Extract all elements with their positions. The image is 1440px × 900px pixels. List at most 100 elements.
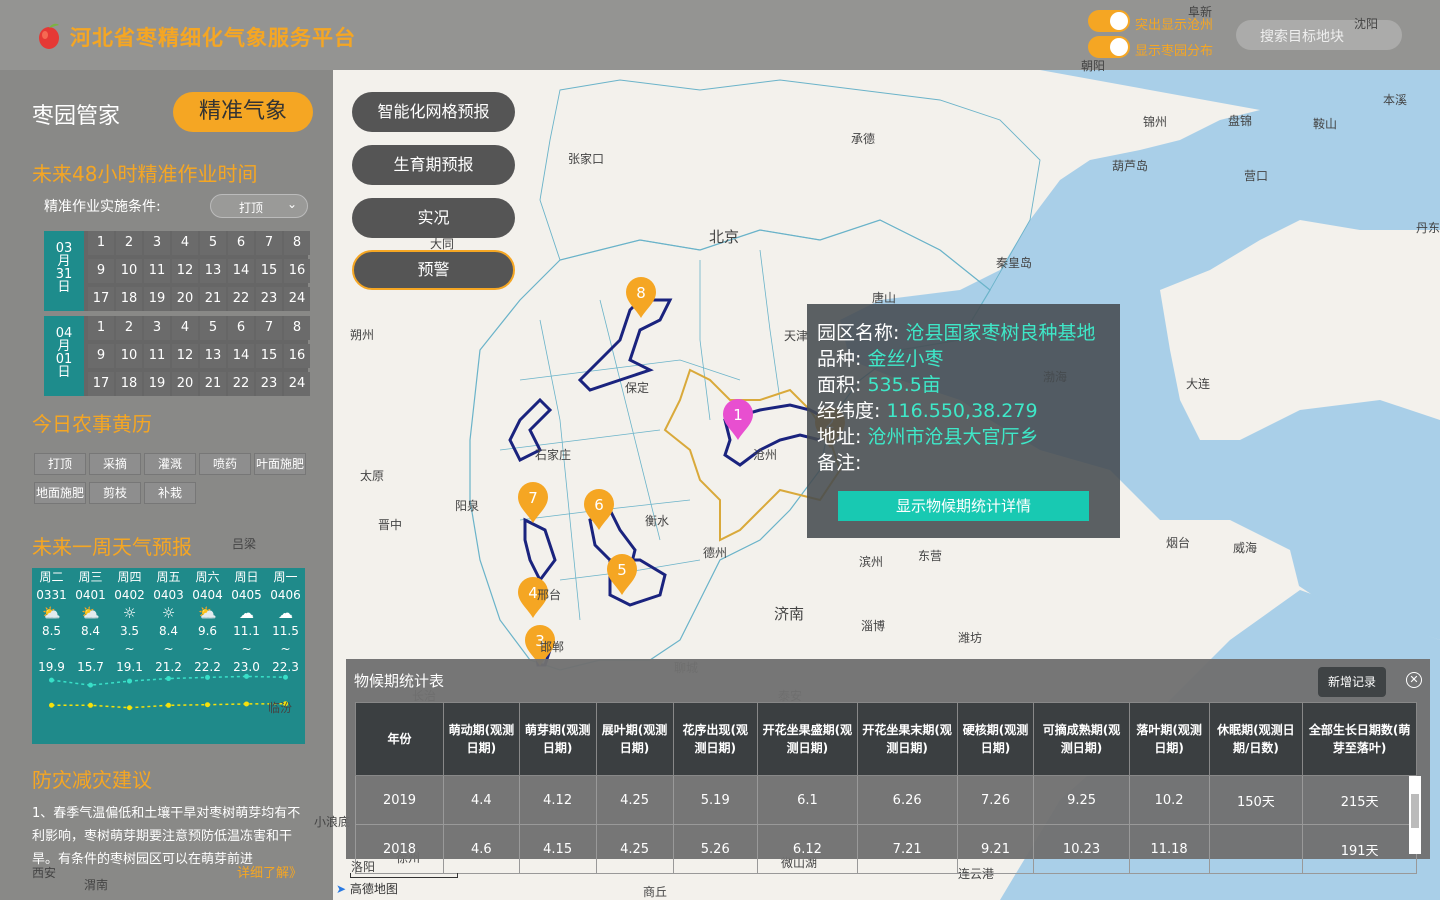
forecast-date: 0405 (231, 588, 262, 602)
table-scrollbar[interactable] (1409, 776, 1421, 854)
hour-cell: 5 (200, 231, 226, 255)
forecast-date: 0402 (114, 588, 145, 602)
toggle-highlight-cangzhou[interactable] (1088, 10, 1130, 32)
forecast-tilde: ~ (202, 642, 213, 656)
hour-cell: 24 (284, 287, 310, 311)
hour-cell: 13 (200, 344, 226, 368)
weekly-forecast: 周二 0331 ⛅ 8.5 ~19.9 周三 0401 ⛅ 8.4 ~15.7 周四 0402 ☼ 3.5… (32, 568, 305, 744)
popup-variety-value: 金丝小枣 (867, 348, 944, 370)
hour-cell: 4 (172, 231, 198, 255)
forecast-weekday: 周四 (117, 570, 142, 584)
search-input[interactable]: 搜索目标地块 (1236, 20, 1402, 50)
orchard-outline-west (508, 397, 553, 463)
table-cell: 4.6 (443, 824, 520, 874)
cloud-icon: ☁ (278, 604, 293, 622)
hour-cell: 7 (256, 316, 282, 340)
hour-cell: 14 (228, 344, 254, 368)
table-cell: 6.1 (757, 775, 858, 825)
add-record-button[interactable]: 新增记录 (1318, 667, 1386, 697)
table-cell: 4.12 (518, 775, 597, 825)
growth-forecast-button[interactable]: 生育期预报 (352, 145, 515, 185)
almanac-btn-5[interactable]: 地面施肥 (34, 482, 86, 504)
hour-cell: 21 (200, 372, 226, 396)
table-header: 硬核期(观测日期) (956, 702, 1035, 776)
hour-cell: 15 (256, 259, 282, 283)
table-header: 展叶期(观测日期) (595, 702, 674, 776)
table-cell: 7.21 (856, 824, 958, 874)
operation-select[interactable]: 打顶 ⌄ (210, 194, 308, 218)
section-title-disaster: 防灾减灾建议 (32, 768, 152, 792)
toggle-show-orchards[interactable] (1088, 36, 1130, 58)
almanac-btn-3[interactable]: 喷药 (199, 453, 251, 475)
popup-coord-value: 116.550,38.279 (886, 400, 1038, 422)
forecast-low: 8.4 (158, 624, 179, 638)
almanac-btn-6[interactable]: 剪枝 (89, 482, 141, 504)
table-header: 开花坐果盛期(观测日期) (757, 702, 858, 776)
hour-cell: 10 (116, 344, 142, 368)
disaster-advice-text: 1、春季气温偏低和土壤干旱对枣树萌芽均有不利影响，枣树萌芽期要注意预防低温冻害和… (32, 806, 301, 867)
hour-cell: 5 (200, 316, 226, 340)
platform-title: 河北省枣精细化气象服务平台 (70, 26, 356, 50)
sun-icon: ☼ (122, 604, 137, 622)
table-header: 年份 (355, 702, 444, 776)
forecast-day: 周一 0406 ☁ 11.5 ~22.3 (266, 568, 305, 744)
toggle-highlight-cangzhou-label: 突出显示沧州 (1135, 18, 1214, 33)
table-cell: 6.12 (757, 824, 858, 874)
hour-cell: 18 (116, 287, 142, 311)
forecast-day: 周六 0404 ⛅ 9.6 ~22.2 (188, 568, 227, 744)
day2-calendar: 04 月 01 日 1 2 3 4 5 6 7 8 9 10 11 12 13 14 15 16 17 18 19 20 21… (44, 316, 310, 396)
warning-button[interactable]: 预警 (352, 250, 515, 290)
hour-cell: 23 (256, 372, 282, 396)
forecast-high: 22.3 (272, 660, 299, 674)
forecast-day: 周三 0401 ⛅ 8.4 ~15.7 (71, 568, 110, 744)
forecast-tilde: ~ (46, 642, 57, 656)
table-cell: 10.23 (1033, 824, 1130, 874)
table-header: 萌芽期(观测日期) (518, 702, 597, 776)
table-cell: 5.19 (672, 775, 759, 825)
almanac-btn-2[interactable]: 灌溉 (144, 453, 196, 475)
hour-cell: 7 (256, 231, 282, 255)
almanac-btn-0[interactable]: 打顶 (34, 453, 86, 475)
forecast-weekday: 周一 (273, 570, 298, 584)
forecast-tilde: ~ (280, 642, 291, 656)
tab-precise-weather[interactable]: 精准气象 (173, 92, 313, 132)
table-header: 落叶期(观测日期) (1128, 702, 1210, 776)
left-panel: 枣园管家 精准气象 未来48小时精准作业时间 精准作业实施条件: 打顶 ⌄ 03… (0, 70, 333, 900)
table-row[interactable]: 2019 4.4 4.12 4.25 5.19 6.1 6.26 7.26 9.25 10.2 15… (355, 775, 1417, 825)
forecast-tilde: ~ (163, 642, 174, 656)
forecast-weekday: 周日 (234, 570, 259, 584)
stats-title: 物候期统计表 (354, 672, 445, 690)
orchard-outline-8 (577, 298, 673, 392)
forecast-tilde: ~ (241, 642, 252, 656)
table-cell: 7.26 (956, 775, 1035, 825)
show-phenology-details-button[interactable]: 显示物候期统计详情 (838, 491, 1089, 521)
forecast-low: 9.6 (197, 624, 218, 638)
table-header: 可摘成熟期(观测日期) (1033, 702, 1130, 776)
table-row[interactable]: 2018 4.6 4.15 4.25 5.26 6.12 7.21 9.21 10.23 11.1… (355, 824, 1417, 874)
almanac-btn-1[interactable]: 采摘 (89, 453, 141, 475)
forecast-high: 19.9 (38, 660, 65, 674)
phenology-stats-panel: 物候期统计表 新增记录 ✕ 年份 萌动期(观测日期) 萌芽期(观测日期) 展叶期(观测… (346, 659, 1430, 874)
table-cell: 191天 (1302, 824, 1417, 874)
grid-forecast-button[interactable]: 智能化网格预报 (352, 92, 515, 132)
table-cell: 215天 (1302, 775, 1417, 825)
table-cell: 4.25 (595, 824, 674, 874)
almanac-btn-7[interactable]: 补栽 (144, 482, 196, 504)
section-title-48h: 未来48小时精准作业时间 (32, 162, 258, 186)
more-details-link[interactable]: 详细了解》 (237, 862, 302, 881)
observation-button[interactable]: 实况 (352, 198, 515, 238)
almanac-btn-4[interactable]: 叶面施肥 (254, 453, 306, 475)
tab-orchard-manager[interactable]: 枣园管家 (32, 98, 120, 130)
cloudy-sun-icon: ⛅ (42, 604, 61, 622)
orchard-info-popup: 园区名称: 沧县国家枣树良种基地 品种: 金丝小枣 面积: 535.5亩 经纬度… (807, 304, 1120, 538)
table-cell: 4.25 (595, 775, 674, 825)
hour-cell: 17 (88, 372, 114, 396)
close-icon[interactable]: ✕ (1406, 672, 1422, 688)
popup-name-label: 园区名称: (817, 322, 906, 344)
forecast-low: 8.5 (41, 624, 62, 638)
table-cell: 4.4 (443, 775, 520, 825)
popup-remark-label: 备注: (817, 452, 862, 474)
hour-cell: 24 (284, 372, 310, 396)
table-cell (1208, 824, 1304, 874)
hour-cell: 8 (284, 231, 310, 255)
